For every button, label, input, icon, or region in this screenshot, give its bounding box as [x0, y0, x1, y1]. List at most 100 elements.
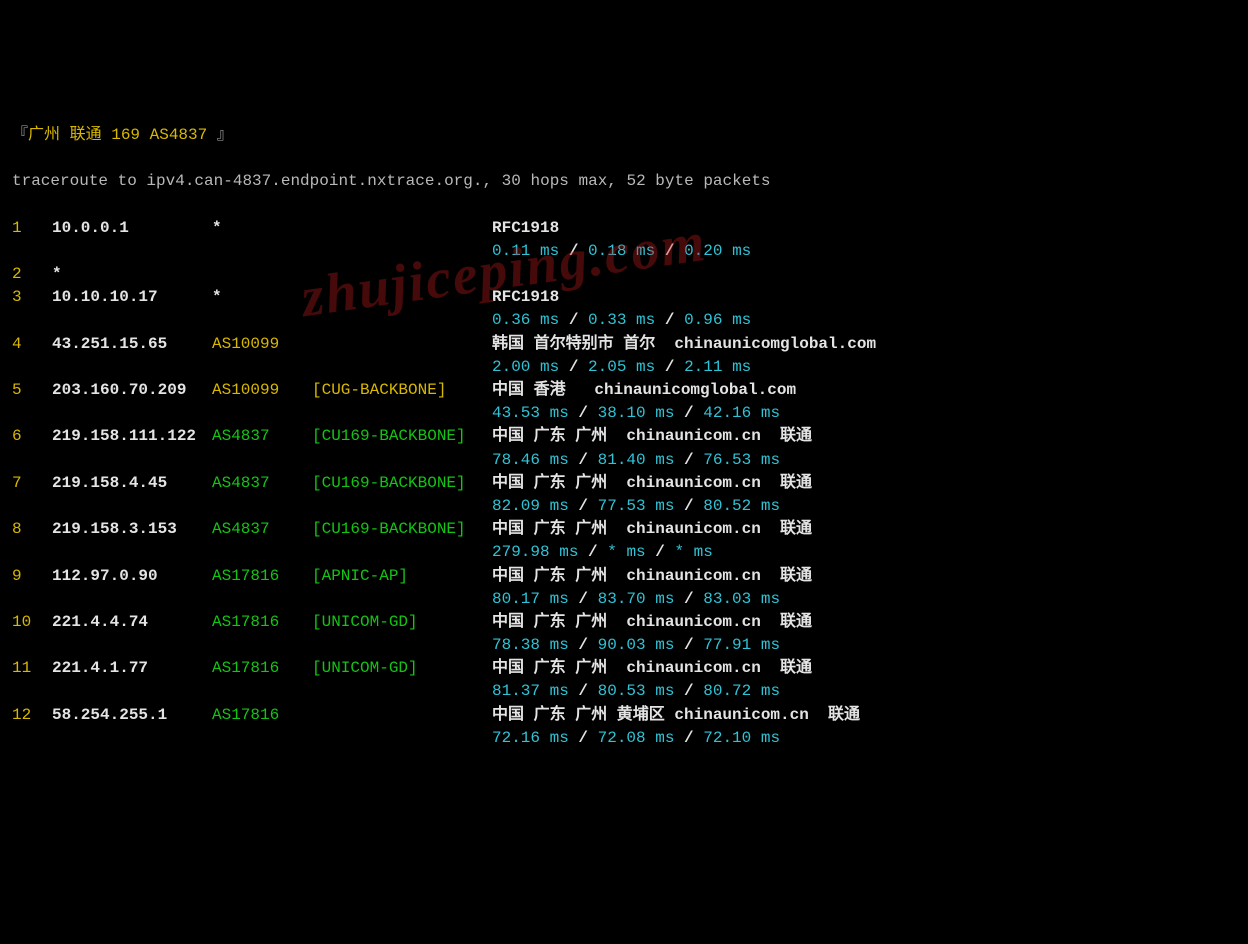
hop-time-1: 80.17 ms — [492, 590, 569, 608]
hop-times: 78.38 ms / 90.03 ms / 77.91 ms — [492, 634, 1236, 657]
hop-ip: * — [52, 263, 212, 286]
hop-ip: 112.97.0.90 — [52, 565, 212, 588]
hop-time-2: 38.10 ms — [598, 404, 675, 422]
hop-row: 2* — [12, 263, 1236, 286]
hop-location: 中国 广东 广州 chinaunicom.cn 联通 — [492, 518, 1236, 541]
hop-location: 韩国 首尔特别市 首尔 chinaunicomglobal.com — [492, 333, 1236, 356]
hop-backbone-tag: [UNICOM-GD] — [312, 657, 492, 680]
hop-location: 中国 香港 chinaunicomglobal.com — [492, 379, 1236, 402]
hop-asn: AS17816 — [212, 657, 312, 680]
hop-time-2: 72.08 ms — [598, 729, 675, 747]
hop-number: 10 — [12, 611, 52, 634]
hop-number: 8 — [12, 518, 52, 541]
hop-backbone-tag: [UNICOM-GD] — [312, 611, 492, 634]
hop-times-row: 2.00 ms / 2.05 ms / 2.11 ms — [12, 356, 1236, 379]
hop-times: 72.16 ms / 72.08 ms / 72.10 ms — [492, 727, 1236, 750]
hop-asn: AS4837 — [212, 472, 312, 495]
hop-times-row: 78.38 ms / 90.03 ms / 77.91 ms — [12, 634, 1236, 657]
hop-location: 中国 广东 广州 chinaunicom.cn 联通 — [492, 472, 1236, 495]
hop-time-1: 0.36 ms — [492, 311, 559, 329]
hop-asn: * — [212, 286, 312, 309]
hop-time-1: 78.46 ms — [492, 451, 569, 469]
hop-row: 11221.4.1.77AS17816[UNICOM-GD]中国 广东 广州 c… — [12, 657, 1236, 680]
hop-time-3: 0.20 ms — [684, 242, 751, 260]
hop-time-2: 80.53 ms — [598, 682, 675, 700]
hop-asn: AS17816 — [212, 611, 312, 634]
hop-time-1: 2.00 ms — [492, 358, 559, 376]
hop-times: 0.36 ms / 0.33 ms / 0.96 ms — [492, 309, 1236, 332]
header-route-title: 广州 联通 169 AS4837 — [28, 124, 217, 147]
hop-time-3: 2.11 ms — [684, 358, 751, 376]
hop-time-2: 83.70 ms — [598, 590, 675, 608]
hop-time-2: 0.18 ms — [588, 242, 655, 260]
hop-times-row: 80.17 ms / 83.70 ms / 83.03 ms — [12, 588, 1236, 611]
hop-row: 1258.254.255.1AS17816中国 广东 广州 黄埔区 chinau… — [12, 704, 1236, 727]
hop-times-row: 72.16 ms / 72.08 ms / 72.10 ms — [12, 727, 1236, 750]
hop-number: 1 — [12, 217, 52, 240]
hop-time-3: 80.72 ms — [703, 682, 780, 700]
hop-backbone-tag: [APNIC-AP] — [312, 565, 492, 588]
bracket-close: 』 — [217, 124, 233, 147]
hop-time-3: 83.03 ms — [703, 590, 780, 608]
hop-ip: 10.0.0.1 — [52, 217, 212, 240]
hop-row: 110.0.0.1* RFC1918 — [12, 217, 1236, 240]
hop-time-3: 0.96 ms — [684, 311, 751, 329]
hop-location: 中国 广东 广州 黄埔区 chinaunicom.cn 联通 — [492, 704, 1236, 727]
hop-row: 6219.158.111.122AS4837[CU169-BACKBONE]中国… — [12, 425, 1236, 448]
command-line: traceroute to ipv4.can-4837.endpoint.nxt… — [12, 170, 1236, 193]
hop-ip: 203.160.70.209 — [52, 379, 212, 402]
hop-times: 0.11 ms / 0.18 ms / 0.20 ms — [492, 240, 1236, 263]
hop-times: 43.53 ms / 38.10 ms / 42.16 ms — [492, 402, 1236, 425]
hop-time-1: 43.53 ms — [492, 404, 569, 422]
hop-ip: 219.158.3.153 — [52, 518, 212, 541]
hop-times: 80.17 ms / 83.70 ms / 83.03 ms — [492, 588, 1236, 611]
hop-asn: AS17816 — [212, 565, 312, 588]
bracket-open: 『 — [12, 124, 28, 147]
hop-times-row: 81.37 ms / 80.53 ms / 80.72 ms — [12, 680, 1236, 703]
hop-time-1: 82.09 ms — [492, 497, 569, 515]
hop-time-2: 81.40 ms — [598, 451, 675, 469]
hop-list: 110.0.0.1*RFC19180.11 ms / 0.18 ms / 0.2… — [12, 217, 1236, 750]
hop-number: 2 — [12, 263, 52, 286]
hop-number: 3 — [12, 286, 52, 309]
hop-row: 7219.158.4.45AS4837[CU169-BACKBONE]中国 广东… — [12, 472, 1236, 495]
hop-location: 中国 广东 广州 chinaunicom.cn 联通 — [492, 611, 1236, 634]
hop-ip: 219.158.4.45 — [52, 472, 212, 495]
hop-times-row: 43.53 ms / 38.10 ms / 42.16 ms — [12, 402, 1236, 425]
hop-time-1: 72.16 ms — [492, 729, 569, 747]
hop-row: 8219.158.3.153AS4837[CU169-BACKBONE]中国 广… — [12, 518, 1236, 541]
hop-ip: 10.10.10.17 — [52, 286, 212, 309]
hop-asn: * — [212, 217, 312, 240]
hop-number: 4 — [12, 333, 52, 356]
hop-time-1: 0.11 ms — [492, 242, 559, 260]
hop-number: 9 — [12, 565, 52, 588]
hop-time-3: 77.91 ms — [703, 636, 780, 654]
hop-row: 443.251.15.65AS10099韩国 首尔特别市 首尔 chinauni… — [12, 333, 1236, 356]
hop-ip: 221.4.4.74 — [52, 611, 212, 634]
hop-time-3: * ms — [674, 543, 712, 561]
hop-location: RFC1918 — [492, 286, 1236, 309]
hop-times: 279.98 ms / * ms / * ms — [492, 541, 1236, 564]
hop-asn: AS10099 — [212, 333, 312, 356]
hop-time-2: 90.03 ms — [598, 636, 675, 654]
hop-time-3: 76.53 ms — [703, 451, 780, 469]
hop-times-row: 0.36 ms / 0.33 ms / 0.96 ms — [12, 309, 1236, 332]
hop-asn: AS4837 — [212, 518, 312, 541]
hop-location: RFC1918 — [492, 217, 1236, 240]
hop-number: 7 — [12, 472, 52, 495]
hop-number: 11 — [12, 657, 52, 680]
hop-location: 中国 广东 广州 chinaunicom.cn 联通 — [492, 657, 1236, 680]
hop-backbone-tag: [CUG-BACKBONE] — [312, 379, 492, 402]
hop-times: 81.37 ms / 80.53 ms / 80.72 ms — [492, 680, 1236, 703]
hop-times: 78.46 ms / 81.40 ms / 76.53 ms — [492, 449, 1236, 472]
hop-time-2: 2.05 ms — [588, 358, 655, 376]
hop-time-3: 80.52 ms — [703, 497, 780, 515]
hop-row: 310.10.10.17* RFC1918 — [12, 286, 1236, 309]
hop-times-row: 78.46 ms / 81.40 ms / 76.53 ms — [12, 449, 1236, 472]
hop-time-3: 72.10 ms — [703, 729, 780, 747]
hop-time-2: 0.33 ms — [588, 311, 655, 329]
hop-number: 6 — [12, 425, 52, 448]
hop-asn: AS17816 — [212, 704, 312, 727]
hop-asn: AS10099 — [212, 379, 312, 402]
hop-ip: 58.254.255.1 — [52, 704, 212, 727]
